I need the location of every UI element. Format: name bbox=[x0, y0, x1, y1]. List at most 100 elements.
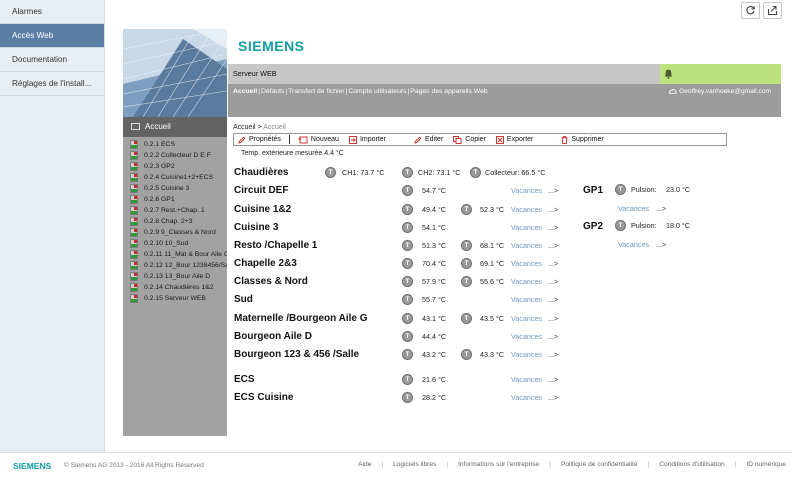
delete-button[interactable]: Supprimer bbox=[561, 135, 604, 144]
tree-item[interactable]: 0.2.9 9_Classes & Nord bbox=[123, 227, 227, 238]
thermometer-icon[interactable]: T bbox=[461, 313, 472, 324]
footer-link[interactable]: Politique de confidentialité bbox=[561, 461, 638, 468]
thermometer-icon[interactable]: T bbox=[325, 167, 336, 178]
import-button[interactable]: Importer bbox=[348, 135, 386, 144]
tree-item[interactable]: 0.2.1 ECS bbox=[123, 139, 227, 150]
gp2-vacances-link[interactable]: Vacances bbox=[618, 240, 649, 249]
thermometer-icon[interactable]: T bbox=[402, 294, 413, 305]
thermometer-icon[interactable]: T bbox=[402, 276, 413, 287]
row-name: Cuisine 1&2 bbox=[234, 204, 292, 215]
export-button[interactable]: Exporter bbox=[495, 135, 533, 144]
thermometer-icon[interactable]: T bbox=[402, 167, 413, 178]
tree-item[interactable]: 0.2.14 Chaudières 1&2 bbox=[123, 282, 227, 293]
tree-item[interactable]: 0.2.7 Rest.+Chap. 1 bbox=[123, 205, 227, 216]
nav-link-transfert[interactable]: Transfert de fichier bbox=[288, 88, 344, 95]
thermometer-icon[interactable]: T bbox=[402, 349, 413, 360]
thermometer-icon[interactable]: T bbox=[615, 184, 626, 195]
tree-item[interactable]: 0.2.2 Collecteur D E F bbox=[123, 150, 227, 161]
thermometer-icon[interactable]: T bbox=[461, 258, 472, 269]
vacances-link[interactable]: Vacances bbox=[511, 350, 542, 359]
more-link[interactable]: ...> bbox=[548, 259, 558, 268]
nav-link-pages-appareils[interactable]: Pages des appareils Web bbox=[410, 88, 487, 95]
thermometer-icon[interactable]: T bbox=[402, 185, 413, 196]
tree-item[interactable]: 0.2.13 13_Bour Aile D bbox=[123, 271, 227, 282]
vacances-link[interactable]: Vacances bbox=[511, 259, 542, 268]
nav-item-documentation[interactable]: Documentation bbox=[0, 48, 104, 72]
alarm-status-bar[interactable] bbox=[660, 64, 781, 84]
breadcrumb-root[interactable]: Accueil bbox=[233, 124, 256, 131]
refresh-button[interactable] bbox=[741, 2, 760, 19]
copy-icon bbox=[453, 135, 462, 144]
tree-item[interactable]: 0.2.10 10_Sud bbox=[123, 238, 227, 249]
thermometer-icon[interactable]: T bbox=[470, 167, 481, 178]
tree-item[interactable]: 0.2.5 Cuisine 3 bbox=[123, 183, 227, 194]
vacances-link[interactable]: Vacances bbox=[511, 186, 542, 195]
footer-link[interactable]: Logiciels libres bbox=[393, 461, 436, 468]
vacances-link[interactable]: Vacances bbox=[511, 205, 542, 214]
tree-root-accueil[interactable]: Accueil bbox=[123, 117, 227, 137]
thermometer-icon[interactable]: T bbox=[402, 204, 413, 215]
tree-item[interactable]: 0.2.12 12_Bour 1238456/Sa bbox=[123, 260, 227, 271]
vacances-link[interactable]: Vacances bbox=[511, 393, 542, 402]
gp1-name: GP1 bbox=[583, 185, 604, 196]
thermometer-icon[interactable]: T bbox=[402, 258, 413, 269]
thermometer-icon[interactable]: T bbox=[615, 220, 626, 231]
thermometer-icon[interactable]: T bbox=[402, 331, 413, 342]
more-link[interactable]: ...> bbox=[548, 375, 558, 384]
thermometer-icon[interactable]: T bbox=[461, 349, 472, 360]
more-link[interactable]: ...> bbox=[548, 350, 558, 359]
vacances-link[interactable]: Vacances bbox=[511, 295, 542, 304]
footer-link[interactable]: Aide bbox=[358, 461, 371, 468]
more-link[interactable]: ...> bbox=[548, 186, 558, 195]
tree-item[interactable]: 0.2.8 Chap. 2+3 bbox=[123, 216, 227, 227]
more-link[interactable]: ...> bbox=[548, 205, 558, 214]
open-external-button[interactable] bbox=[763, 2, 782, 19]
vacances-link[interactable]: Vacances bbox=[511, 375, 542, 384]
tree-item[interactable]: 0.2.11 11_Mat & Bour Aile G bbox=[123, 249, 227, 260]
more-link[interactable]: ...> bbox=[548, 314, 558, 323]
toolbar-divider bbox=[288, 135, 290, 144]
device-icon bbox=[130, 272, 138, 281]
tree-item[interactable]: 0.2.4 Cuisine1+2+ECS bbox=[123, 172, 227, 183]
thermometer-icon[interactable]: T bbox=[402, 374, 413, 385]
gp1-more-link[interactable]: ...> bbox=[656, 204, 666, 213]
gp1-vacances-link[interactable]: Vacances bbox=[618, 204, 649, 213]
more-link[interactable]: ...> bbox=[548, 241, 558, 250]
vacances-link[interactable]: Vacances bbox=[511, 241, 542, 250]
nav-item-reglages[interactable]: Réglages de l'install... bbox=[0, 72, 104, 96]
vacances-link[interactable]: Vacances bbox=[511, 223, 542, 232]
gp2-more-link[interactable]: ...> bbox=[656, 240, 666, 249]
footer-link[interactable]: Informations sur l'entreprise bbox=[458, 461, 539, 468]
tree-item[interactable]: 0.2.6 GP1 bbox=[123, 194, 227, 205]
thermometer-icon[interactable]: T bbox=[461, 276, 472, 287]
nav-link-defauts[interactable]: Défauts bbox=[261, 88, 284, 95]
nav-item-alarmes[interactable]: Alarmes bbox=[0, 0, 104, 24]
thermometer-icon[interactable]: T bbox=[402, 222, 413, 233]
more-link[interactable]: ...> bbox=[548, 223, 558, 232]
edit-button[interactable]: Editer bbox=[414, 136, 443, 144]
more-link[interactable]: ...> bbox=[548, 295, 558, 304]
vacances-link[interactable]: Vacances bbox=[511, 314, 542, 323]
vacances-link[interactable]: Vacances bbox=[511, 332, 542, 341]
properties-button[interactable]: Propriétés bbox=[238, 136, 281, 144]
footer-link[interactable]: Conditions d'utilisation bbox=[659, 461, 724, 468]
nav-link-comptes[interactable]: Compte utilisateurs bbox=[348, 88, 406, 95]
thermometer-icon[interactable]: T bbox=[402, 240, 413, 251]
footer-link[interactable]: ID numérique bbox=[746, 461, 786, 468]
copy-button[interactable]: Copier bbox=[453, 135, 486, 144]
more-link[interactable]: ...> bbox=[548, 393, 558, 402]
thermometer-icon[interactable]: T bbox=[461, 204, 472, 215]
nav-item-acces-web[interactable]: Accès Web bbox=[0, 24, 104, 48]
thermometer-icon[interactable]: T bbox=[402, 392, 413, 403]
user-account[interactable]: Geoffrey.vanhoeke@gmail.com bbox=[668, 88, 771, 95]
more-link[interactable]: ...> bbox=[548, 277, 558, 286]
nav-link-accueil[interactable]: Accueil bbox=[233, 88, 257, 95]
tree-item[interactable]: 0.2.15 Serveur WEB bbox=[123, 293, 227, 304]
thermometer-icon[interactable]: T bbox=[402, 313, 413, 324]
more-link[interactable]: ...> bbox=[548, 332, 558, 341]
new-button[interactable]: Nouveau bbox=[298, 136, 339, 144]
vacances-link[interactable]: Vacances bbox=[511, 277, 542, 286]
tree-item-label: 0.2.12 12_Bour 1238456/Sa bbox=[144, 262, 227, 269]
tree-item[interactable]: 0.2.3 GP2 bbox=[123, 161, 227, 172]
thermometer-icon[interactable]: T bbox=[461, 240, 472, 251]
